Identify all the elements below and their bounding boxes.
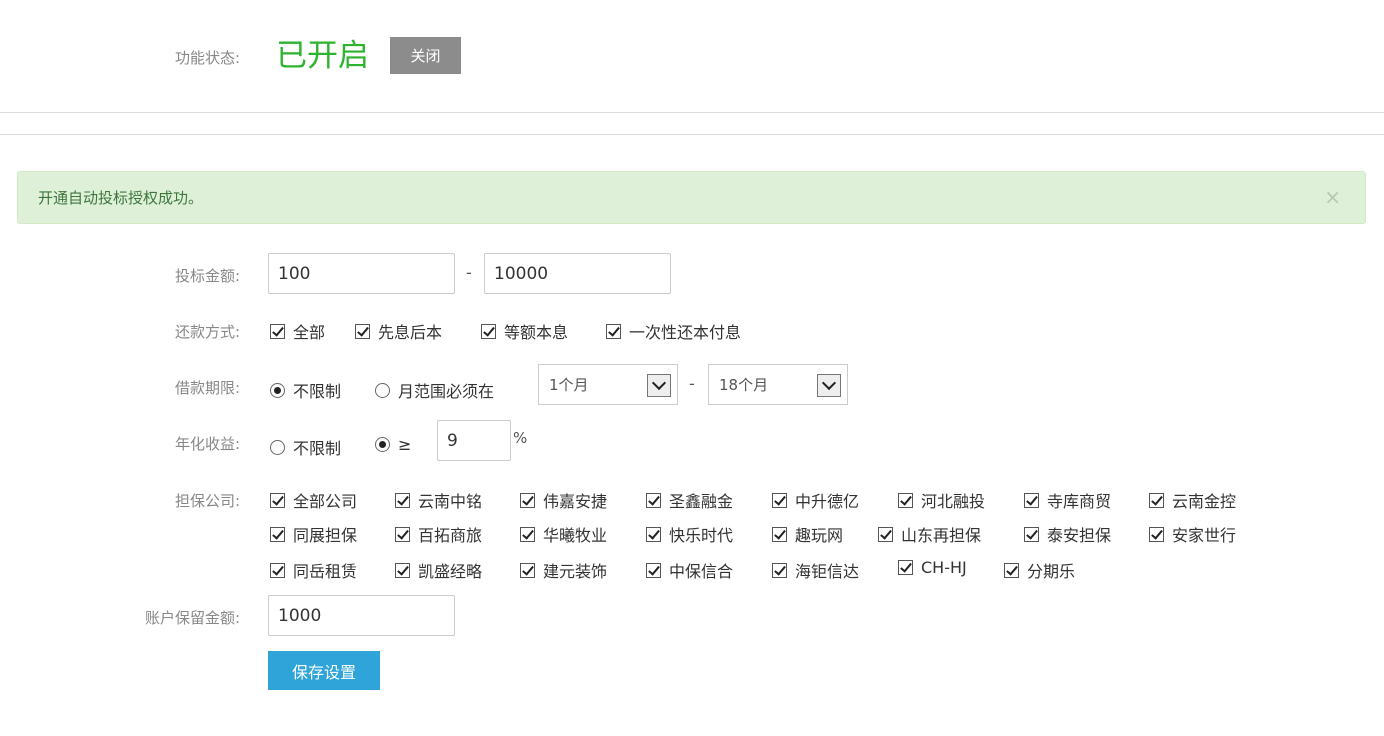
checkbox-icon[interactable] bbox=[1149, 492, 1164, 508]
guarantor-option[interactable]: 华曦牧业 bbox=[520, 522, 607, 546]
guarantor-label: 担保公司: bbox=[174, 492, 240, 510]
radio-icon[interactable] bbox=[375, 382, 390, 398]
radio-icon[interactable] bbox=[375, 437, 390, 452]
status-panel: 功能状态: 已开启 关闭 bbox=[0, 0, 1384, 113]
disable-button[interactable]: 关闭 bbox=[390, 37, 461, 74]
guarantor-option[interactable]: 中升德亿 bbox=[772, 488, 859, 512]
checkbox-icon[interactable] bbox=[395, 526, 410, 542]
yield-unit: % bbox=[513, 429, 528, 447]
repay-label: 还款方式: bbox=[174, 323, 240, 341]
term-separator: - bbox=[689, 374, 695, 393]
guarantor-option[interactable]: 圣鑫融金 bbox=[646, 488, 733, 512]
guarantor-option[interactable]: 同岳租赁 bbox=[270, 558, 357, 582]
term-unlimited-radio[interactable]: 不限制 bbox=[270, 378, 341, 402]
success-alert: 开通自动投标授权成功。 × bbox=[17, 171, 1366, 224]
guarantor-option[interactable]: 安家世行 bbox=[1149, 522, 1236, 546]
guarantor-option[interactable]: CH-HJ bbox=[898, 558, 967, 577]
guarantor-option[interactable]: 山东再担保 bbox=[878, 522, 981, 546]
checkbox-icon[interactable] bbox=[772, 526, 787, 542]
term-label: 借款期限: bbox=[174, 379, 240, 397]
amount-separator: - bbox=[466, 263, 472, 282]
yield-min-radio[interactable]: ≥ bbox=[375, 435, 411, 454]
checkbox-icon[interactable] bbox=[1024, 492, 1039, 508]
yield-unlimited-radio[interactable]: 不限制 bbox=[270, 435, 341, 459]
guarantor-option[interactable]: 泰安担保 bbox=[1024, 522, 1111, 546]
checkbox-icon[interactable] bbox=[355, 323, 370, 339]
checkbox-icon[interactable] bbox=[395, 492, 410, 508]
chevron-down-icon[interactable] bbox=[647, 374, 671, 397]
repay-option[interactable]: 等额本息 bbox=[481, 319, 568, 343]
checkbox-icon[interactable] bbox=[395, 562, 410, 578]
status-value: 已开启 bbox=[276, 38, 369, 74]
checkbox-icon[interactable] bbox=[606, 323, 621, 339]
checkbox-icon[interactable] bbox=[898, 492, 913, 508]
guarantor-option[interactable]: 中保信合 bbox=[646, 558, 733, 582]
checkbox-icon[interactable] bbox=[270, 562, 285, 578]
guarantor-option[interactable]: 百拓商旅 bbox=[395, 522, 482, 546]
radio-icon[interactable] bbox=[270, 382, 285, 398]
amount-label: 投标金额: bbox=[174, 267, 240, 285]
checkbox-icon[interactable] bbox=[1004, 562, 1019, 578]
checkbox-icon[interactable] bbox=[481, 323, 496, 339]
yield-min-input[interactable] bbox=[437, 420, 511, 461]
reserve-label: 账户保留金额: bbox=[144, 609, 240, 627]
checkbox-icon[interactable] bbox=[1024, 526, 1039, 542]
amount-max-input[interactable] bbox=[484, 253, 671, 294]
guarantor-option[interactable]: 河北融投 bbox=[898, 488, 985, 512]
guarantor-option[interactable]: 快乐时代 bbox=[646, 522, 733, 546]
checkbox-icon[interactable] bbox=[646, 562, 661, 578]
guarantor-option[interactable]: 海钜信达 bbox=[772, 558, 859, 582]
term-to-select[interactable]: 18个月 bbox=[708, 364, 848, 405]
alert-message: 开通自动投标授权成功。 bbox=[38, 189, 204, 207]
checkbox-icon[interactable] bbox=[270, 323, 285, 339]
guarantor-option[interactable]: 建元装饰 bbox=[520, 558, 607, 582]
checkbox-icon[interactable] bbox=[898, 560, 913, 575]
guarantor-option[interactable]: 寺库商贸 bbox=[1024, 488, 1111, 512]
status-label: 功能状态: bbox=[174, 49, 240, 67]
reserve-amount-input[interactable] bbox=[268, 595, 455, 636]
repay-option[interactable]: 一次性还本付息 bbox=[606, 319, 741, 343]
guarantor-option[interactable]: 分期乐 bbox=[1004, 558, 1075, 582]
guarantor-option[interactable]: 凯盛经略 bbox=[395, 558, 482, 582]
checkbox-icon[interactable] bbox=[878, 526, 893, 542]
checkbox-icon[interactable] bbox=[520, 526, 535, 542]
checkbox-icon[interactable] bbox=[772, 492, 787, 508]
checkbox-icon[interactable] bbox=[520, 562, 535, 578]
checkbox-icon[interactable] bbox=[270, 492, 285, 508]
guarantor-option[interactable]: 同展担保 bbox=[270, 522, 357, 546]
repay-option[interactable]: 先息后本 bbox=[355, 319, 442, 343]
checkbox-icon[interactable] bbox=[646, 526, 661, 542]
checkbox-icon[interactable] bbox=[520, 492, 535, 508]
checkbox-icon[interactable] bbox=[270, 526, 285, 542]
save-settings-button[interactable]: 保存设置 bbox=[268, 651, 380, 690]
term-range-radio[interactable]: 月范围必须在 bbox=[375, 378, 494, 402]
close-icon[interactable]: × bbox=[1324, 186, 1341, 208]
guarantor-option[interactable]: 伟嘉安捷 bbox=[520, 488, 607, 512]
guarantor-option[interactable]: 云南中铭 bbox=[395, 488, 482, 512]
guarantor-option[interactable]: 全部公司 bbox=[270, 488, 357, 512]
guarantor-option[interactable]: 云南金控 bbox=[1149, 488, 1236, 512]
checkbox-icon[interactable] bbox=[646, 492, 661, 508]
term-from-select[interactable]: 1个月 bbox=[538, 364, 678, 405]
repay-option[interactable]: 全部 bbox=[270, 319, 325, 343]
checkbox-icon[interactable] bbox=[1149, 526, 1164, 542]
checkbox-icon[interactable] bbox=[772, 562, 787, 578]
guarantor-option[interactable]: 趣玩网 bbox=[772, 522, 843, 546]
yield-label: 年化收益: bbox=[174, 435, 240, 453]
radio-icon[interactable] bbox=[270, 439, 285, 455]
chevron-down-icon[interactable] bbox=[817, 374, 841, 397]
amount-min-input[interactable] bbox=[268, 253, 455, 294]
